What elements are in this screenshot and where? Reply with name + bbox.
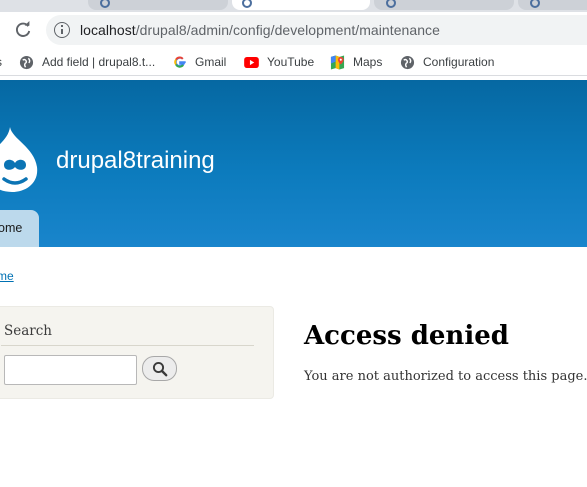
- bookmark-overflow[interactable]: s: [0, 53, 2, 71]
- search-block-title: Search: [4, 323, 52, 339]
- browser-tab[interactable]: [88, 0, 228, 10]
- bookmark-configuration[interactable]: Configuration: [400, 53, 494, 71]
- site-name[interactable]: drupal8training: [56, 147, 215, 175]
- bookmark-label: Maps: [353, 55, 383, 69]
- site-info-icon[interactable]: [54, 22, 70, 38]
- reload-icon: [15, 21, 31, 37]
- tab-favicon-icon: [386, 0, 396, 8]
- tab-favicon-icon: [100, 0, 110, 8]
- browser-tab-active[interactable]: [232, 0, 370, 10]
- bookmark-label: Gmail: [195, 55, 227, 69]
- maps-icon: [330, 54, 345, 70]
- globe-icon: [19, 55, 34, 70]
- browser-toolbar: localhost/drupal8/admin/config/developme…: [0, 12, 587, 48]
- page-title: Access denied: [304, 321, 509, 351]
- access-denied-message: You are not authorized to access this pa…: [304, 369, 587, 384]
- google-g-icon: [172, 55, 187, 70]
- url-host: localhost: [80, 22, 136, 38]
- bookmarks-bar: s Add field | drupal8.t... Gmail YouTube: [0, 48, 587, 76]
- search-icon: [152, 361, 167, 376]
- nav-tab-label: ome: [0, 221, 23, 235]
- bookmark-maps[interactable]: Maps: [330, 53, 382, 71]
- search-input[interactable]: [4, 355, 137, 385]
- tab-favicon-icon: [242, 0, 252, 8]
- bookmark-label: Configuration: [423, 55, 495, 69]
- bookmark-gmail[interactable]: Gmail: [172, 53, 226, 71]
- tab-favicon-icon: [530, 0, 540, 8]
- breadcrumb-home-link[interactable]: me: [0, 269, 14, 283]
- site-header: drupal8training ome: [0, 80, 587, 247]
- youtube-icon: [244, 55, 259, 70]
- bookmark-add-field[interactable]: Add field | drupal8.t...: [19, 53, 155, 71]
- divider: [1, 345, 254, 346]
- sidebar-search-block: Search: [0, 306, 274, 399]
- browser-tab[interactable]: [518, 0, 587, 10]
- bookmark-youtube[interactable]: YouTube: [244, 53, 314, 71]
- drupal-logo-icon[interactable]: [0, 125, 42, 193]
- bookmark-label: Add field | drupal8.t...: [42, 55, 156, 69]
- browser-tab[interactable]: [374, 0, 514, 10]
- address-bar[interactable]: localhost/drupal8/admin/config/developme…: [46, 15, 587, 45]
- address-url[interactable]: localhost/drupal8/admin/config/developme…: [80, 22, 440, 38]
- browser-tab-strip: [0, 0, 587, 12]
- nav-tab-home[interactable]: ome: [0, 210, 39, 247]
- url-path: /drupal8/admin/config/development/mainte…: [135, 22, 440, 38]
- bookmark-label: YouTube: [267, 55, 315, 69]
- globe-icon: [400, 55, 415, 70]
- search-button[interactable]: [142, 356, 177, 381]
- reload-button[interactable]: [8, 17, 38, 43]
